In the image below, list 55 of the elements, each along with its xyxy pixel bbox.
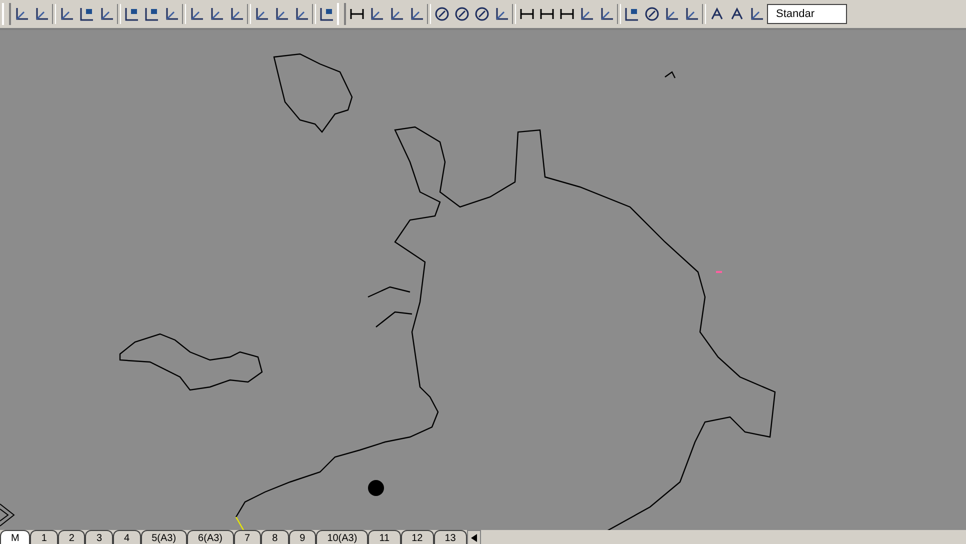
axis-icon <box>748 6 764 22</box>
dimension-icon <box>558 6 574 22</box>
circle-icon <box>454 6 470 22</box>
axis-icon <box>494 6 510 22</box>
dimension-icon <box>518 6 534 22</box>
circle-icon <box>474 6 490 22</box>
layout-tab[interactable]: 8 <box>261 530 289 544</box>
axis-icon <box>578 6 594 22</box>
layout-tab[interactable]: 12 <box>400 530 434 544</box>
axis-box-icon <box>318 6 334 22</box>
axis-box-icon <box>124 6 140 22</box>
layout-tab[interactable]: M <box>0 530 30 544</box>
axis-icon <box>228 6 244 22</box>
axis-box-icon <box>78 6 94 22</box>
layout-tab[interactable]: 13 <box>434 530 467 544</box>
layout-tab[interactable]: 4 <box>113 530 141 544</box>
axis-icon <box>14 6 30 22</box>
axis-icon <box>98 6 114 22</box>
axis-icon <box>164 6 180 22</box>
layout-tab[interactable]: 6(A3) <box>187 530 234 544</box>
axis-icon <box>34 6 50 22</box>
axis-icon <box>408 6 424 22</box>
layout-tab[interactable]: 3 <box>85 530 114 544</box>
axis-icon <box>254 6 270 22</box>
layout-tab[interactable]: 10(A3) <box>316 530 368 544</box>
layout-tab[interactable]: 9 <box>288 530 316 544</box>
ucs-icon <box>0 502 16 528</box>
dimension-icon <box>538 6 554 22</box>
circle-icon <box>434 6 450 22</box>
layout-tab[interactable]: 11 <box>368 530 401 544</box>
axis-icon <box>684 6 700 22</box>
toolbar-grip[interactable] <box>2 3 11 25</box>
text-icon <box>708 6 724 22</box>
layout-tab[interactable]: 2 <box>58 530 86 544</box>
axis-icon <box>274 6 290 22</box>
axis-icon <box>188 6 204 22</box>
style-dropdown[interactable]: Standar <box>767 4 847 24</box>
axis-icon <box>388 6 404 22</box>
axis-icon <box>294 6 310 22</box>
layout-tab[interactable]: 7 <box>234 530 262 544</box>
dimension-icon <box>348 6 364 22</box>
axis-icon <box>58 6 74 22</box>
axis-icon <box>368 6 384 22</box>
circle-icon <box>644 6 660 22</box>
axis-icon <box>664 6 680 22</box>
text-icon <box>728 6 744 22</box>
axis-box-icon <box>624 6 640 22</box>
axis-icon <box>208 6 224 22</box>
axis-box-icon <box>144 6 160 22</box>
axis-icon <box>598 6 614 22</box>
tab-scroll-button[interactable] <box>466 530 481 544</box>
toolbar-grip[interactable] <box>337 3 346 25</box>
left-triangle-icon <box>470 534 477 542</box>
layout-tab[interactable]: 1 <box>30 530 58 544</box>
layout-tab[interactable]: 5(A3) <box>140 530 188 544</box>
